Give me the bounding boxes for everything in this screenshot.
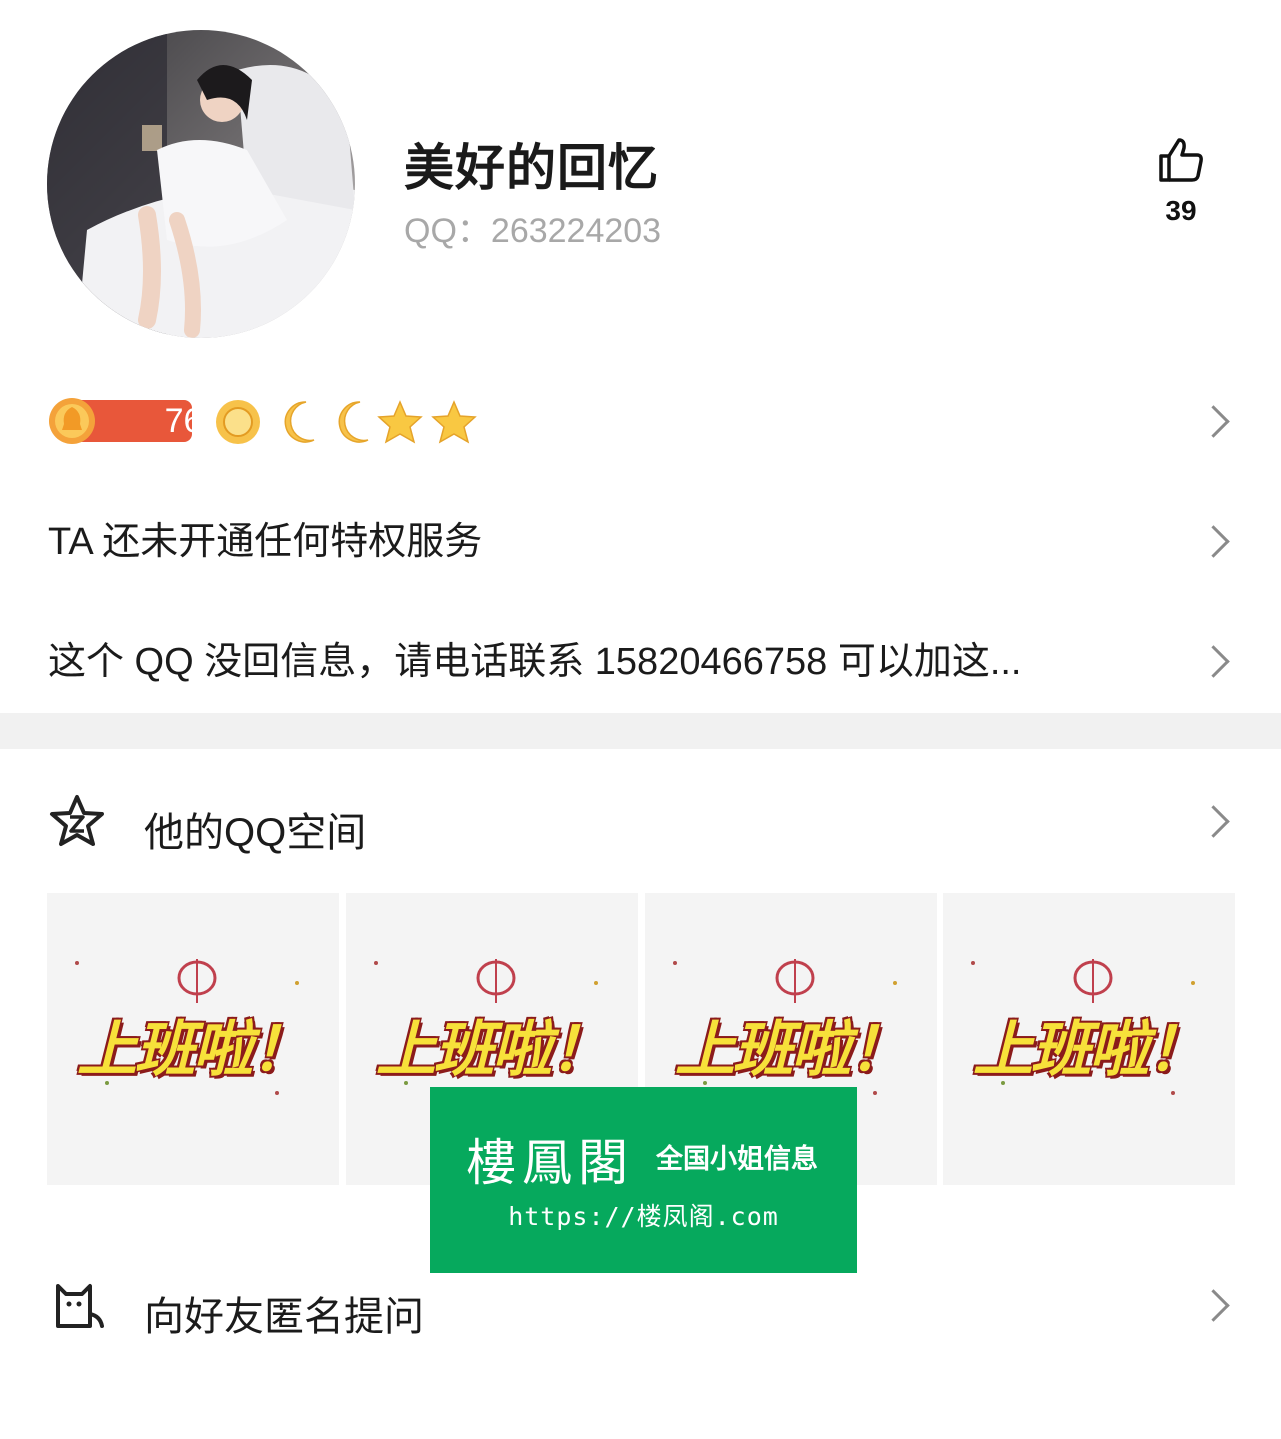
watermark-subtitle: 全国小姐信息 (656, 1144, 818, 1175)
privilege-row[interactable]: TA 还未开通任何特权服务 (0, 482, 1281, 602)
profile-avatar[interactable] (47, 30, 355, 338)
thumbs-up-icon (1157, 138, 1205, 188)
moon-icon (338, 401, 369, 443)
privilege-text: TA 还未开通任何特权服务 (48, 521, 483, 563)
like-button[interactable]: 39 (1148, 136, 1214, 227)
anonymous-ask-label: 向好友匿名提问 (144, 1295, 424, 1339)
qzone-photo[interactable]: 上班啦！ (943, 893, 1235, 1185)
chevron-right-icon (1197, 525, 1230, 558)
chevron-right-icon (1197, 805, 1230, 838)
qzone-row[interactable]: 他的QQ空间 (0, 762, 1281, 882)
watermark-title: 樓鳳閣 (466, 1134, 634, 1192)
signature-text: 这个 QQ 没回信息，请电话联系 15820466758 可以加这... (48, 641, 1022, 683)
qq-number: 263224203 (490, 212, 662, 250)
photo-caption: 上班啦！ (675, 1016, 909, 1083)
photo-caption: 上班啦！ (77, 1016, 311, 1083)
anonymous-ask-row[interactable]: 向好友匿名提问 (0, 1246, 1281, 1366)
qq-label: QQ： (404, 212, 491, 250)
watermark-url: https://楼凤阁.com (508, 1202, 779, 1231)
moon-icon (284, 401, 315, 443)
sun-icon (216, 400, 260, 444)
qzone-photo[interactable]: 上班啦！ (47, 893, 339, 1185)
level-icons (214, 398, 484, 446)
star-icon (377, 400, 423, 444)
like-count: 39 (1165, 195, 1197, 226)
star-icon (431, 400, 477, 444)
section-divider (0, 713, 1281, 749)
nickname: 美好的回忆 (404, 140, 659, 196)
level-badge: 762 (48, 398, 221, 444)
photo-caption: 上班啦！ (376, 1016, 610, 1083)
chevron-right-icon (1197, 405, 1230, 438)
qzone-label: 他的QQ空间 (144, 811, 367, 855)
ask-box-icon (48, 1280, 106, 1337)
qzone-star-icon (48, 793, 106, 856)
chevron-right-icon (1197, 645, 1230, 678)
chevron-right-icon (1197, 1289, 1230, 1322)
photo-caption: 上班啦！ (973, 1016, 1207, 1083)
qq-number-line: QQ：263224203 (404, 203, 661, 252)
signature-row[interactable]: 这个 QQ 没回信息，请电话联系 15820466758 可以加这... (0, 602, 1281, 722)
